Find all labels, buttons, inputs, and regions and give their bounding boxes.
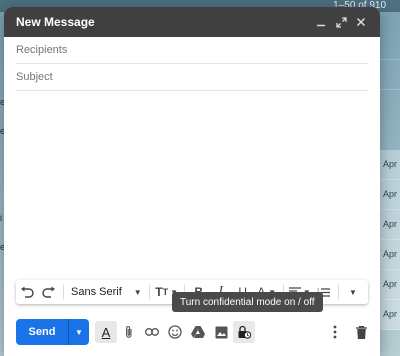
toolbar-divider (337, 284, 339, 300)
confidential-mode-tooltip: Turn confidential mode on / off (172, 292, 323, 312)
list-item-date[interactable]: Apr (378, 150, 400, 180)
undo-icon[interactable] (16, 280, 38, 304)
redo-icon[interactable] (38, 280, 60, 304)
link-icon[interactable] (141, 321, 163, 343)
more-options-icon[interactable] (324, 321, 346, 343)
minimize-icon[interactable] (312, 13, 330, 31)
list-item-date[interactable]: Apr (378, 210, 400, 240)
subject-input[interactable] (16, 71, 368, 83)
list-item-date[interactable]: Apr (378, 240, 400, 270)
drive-icon[interactable] (187, 321, 209, 343)
list-item-date[interactable] (378, 60, 400, 90)
send-options-chevron-icon[interactable]: ▼ (68, 319, 89, 345)
recipients-row[interactable] (16, 37, 368, 64)
toolbar-divider (148, 284, 150, 300)
compose-header[interactable]: New Message (4, 7, 380, 37)
list-item-date[interactable]: Apr (378, 270, 400, 300)
list-item-date[interactable]: Apr (378, 180, 400, 210)
inbox-date-column: Apr Apr Apr Apr Apr Apr (378, 30, 400, 330)
send-button-group: Send ▼ (16, 319, 89, 345)
attach-icon[interactable] (118, 321, 140, 343)
chevron-down-icon: ▼ (133, 287, 142, 297)
close-icon[interactable] (352, 13, 370, 31)
subject-row[interactable] (16, 64, 368, 91)
font-family-value: Sans Serif (71, 286, 122, 298)
emoji-icon[interactable] (164, 321, 186, 343)
list-item-date[interactable]: Apr (378, 300, 400, 330)
compose-title: New Message (16, 15, 95, 29)
trash-icon[interactable] (350, 321, 372, 343)
list-item-date[interactable] (378, 30, 400, 60)
send-button[interactable]: Send (16, 319, 68, 345)
font-family-select[interactable]: Sans Serif ▼ (67, 280, 146, 304)
more-formatting-icon[interactable]: ▼ (342, 280, 364, 304)
recipients-input[interactable] (16, 44, 368, 56)
confidential-icon[interactable] (233, 321, 255, 343)
formatting-options-icon[interactable]: A (95, 321, 117, 343)
message-body[interactable] (16, 91, 368, 271)
toolbar-divider (63, 284, 64, 300)
photo-icon[interactable] (210, 321, 232, 343)
expand-icon[interactable] (332, 13, 350, 31)
compose-actions-bar: Send ▼ A (16, 318, 372, 346)
